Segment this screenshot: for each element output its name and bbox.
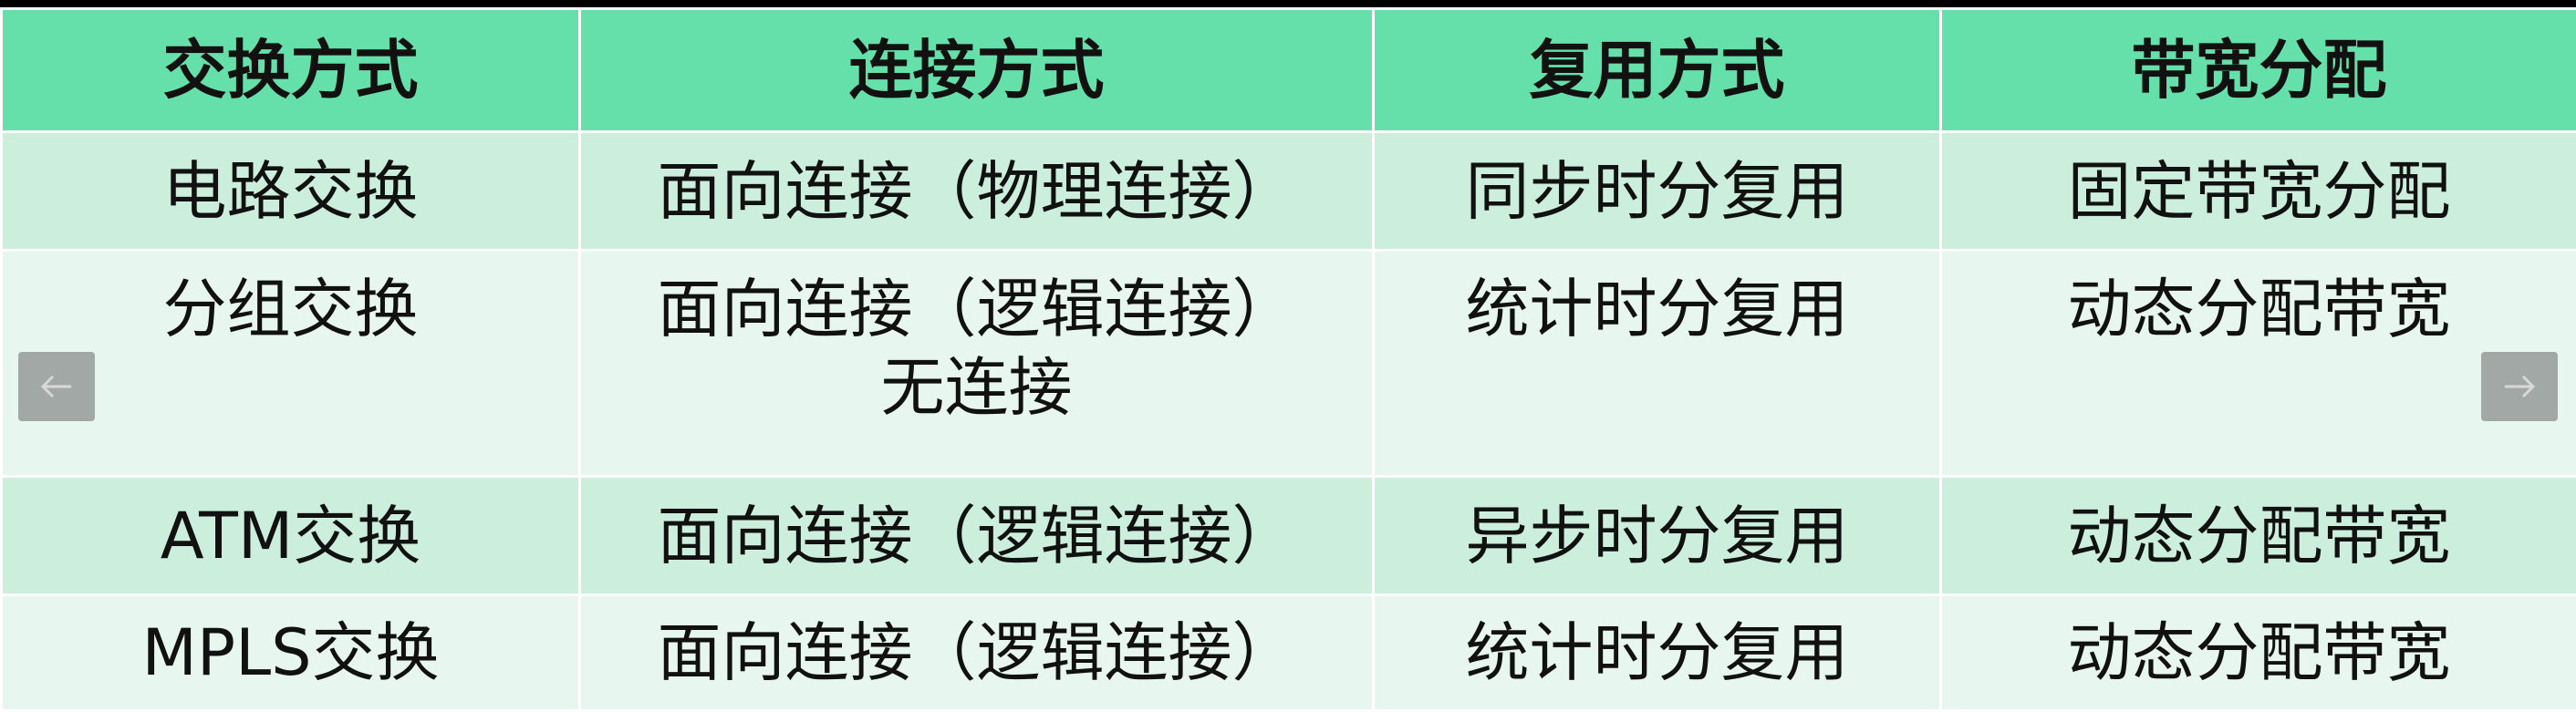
next-button[interactable] <box>2481 352 2558 421</box>
cell-connection-line: 面向连接（逻辑连接） <box>581 614 1372 692</box>
cell-switching: MPLS交换 <box>2 595 580 711</box>
header-multiplexing-method: 复用方式 <box>1374 9 1941 132</box>
cell-connection: 面向连接（逻辑连接） <box>580 477 1374 595</box>
cell-connection-line: 无连接 <box>581 348 1372 427</box>
cell-multiplexing: 异步时分复用 <box>1374 477 1941 595</box>
slide-viewer: 交换方式 连接方式 复用方式 带宽分配 电路交换 面向连接（物理连接） 同步时分… <box>0 0 2576 711</box>
header-bandwidth-allocation: 带宽分配 <box>1941 9 2576 132</box>
cell-bandwidth: 固定带宽分配 <box>1941 132 2576 251</box>
arrow-left-icon <box>40 374 73 399</box>
cell-connection: 面向连接（物理连接） <box>580 132 1374 251</box>
cell-bandwidth: 动态分配带宽 <box>1941 477 2576 595</box>
cell-multiplexing: 统计时分复用 <box>1374 251 1941 477</box>
table-row: MPLS交换 面向连接（逻辑连接） 统计时分复用 动态分配带宽 <box>2 595 2576 711</box>
previous-button[interactable] <box>18 352 95 421</box>
cell-connection-line: 面向连接（逻辑连接） <box>581 497 1372 575</box>
table-row: 电路交换 面向连接（物理连接） 同步时分复用 固定带宽分配 <box>2 132 2576 251</box>
cell-connection-line: 面向连接（逻辑连接） <box>581 270 1372 348</box>
table-header-row: 交换方式 连接方式 复用方式 带宽分配 <box>2 9 2576 132</box>
cell-multiplexing: 同步时分复用 <box>1374 132 1941 251</box>
cell-connection: 面向连接（逻辑连接） 无连接 <box>580 251 1374 477</box>
cell-multiplexing: 统计时分复用 <box>1374 595 1941 711</box>
table-row: 分组交换 面向连接（逻辑连接） 无连接 统计时分复用 动态分配带宽 <box>2 251 2576 477</box>
cell-switching: 电路交换 <box>2 132 580 251</box>
switching-comparison-table: 交换方式 连接方式 复用方式 带宽分配 电路交换 面向连接（物理连接） 同步时分… <box>0 7 2576 712</box>
cell-connection-line: 面向连接（物理连接） <box>581 152 1372 231</box>
header-switching-method: 交换方式 <box>2 9 580 132</box>
header-connection-method: 连接方式 <box>580 9 1374 132</box>
cell-connection: 面向连接（逻辑连接） <box>580 595 1374 711</box>
arrow-right-icon <box>2503 374 2536 399</box>
cell-bandwidth: 动态分配带宽 <box>1941 595 2576 711</box>
table-row: ATM交换 面向连接（逻辑连接） 异步时分复用 动态分配带宽 <box>2 477 2576 595</box>
cell-switching: ATM交换 <box>2 477 580 595</box>
